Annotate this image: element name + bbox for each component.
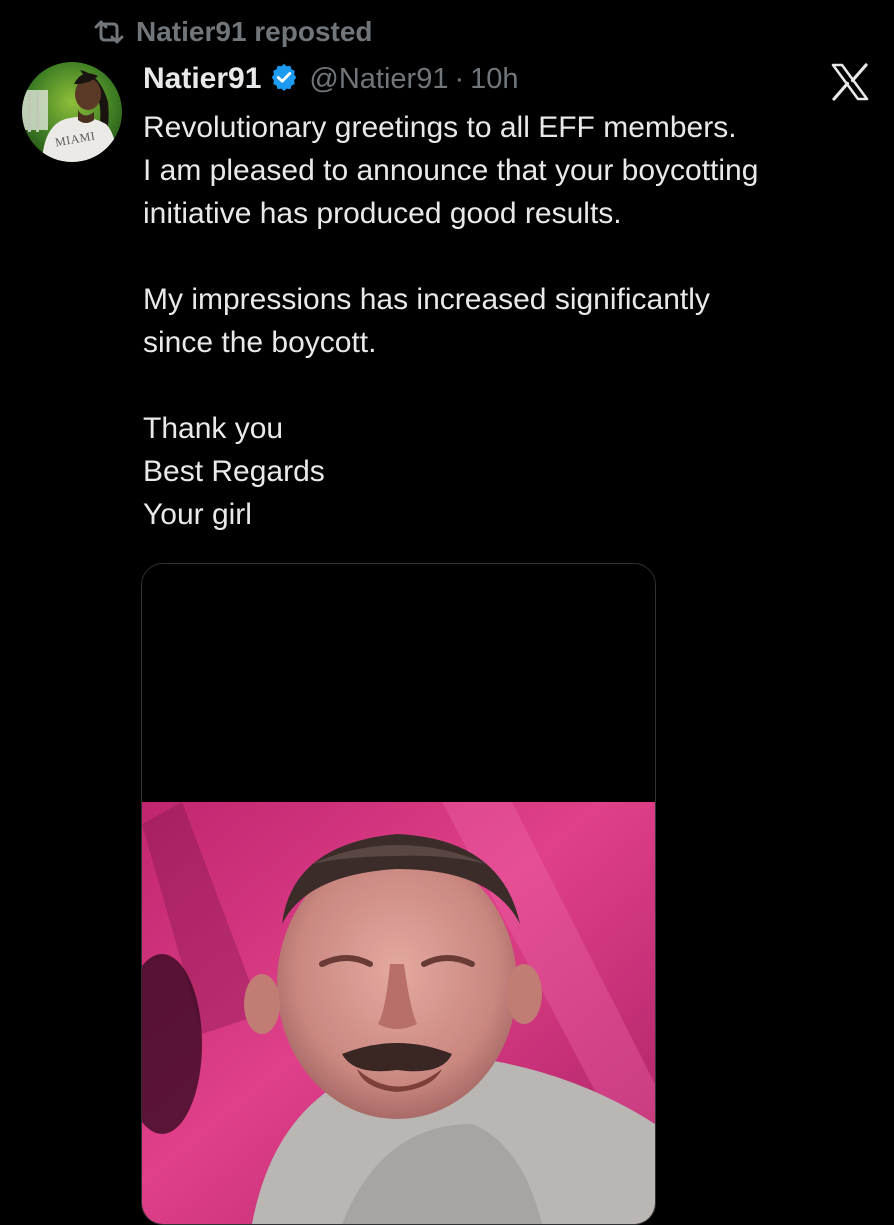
tweet-line: Your girl [143,498,252,531]
tweet-line: initiative has produced good results. [143,197,622,230]
x-logo-icon[interactable] [830,62,870,102]
avatar[interactable]: MIAMI [22,62,122,162]
tweet-line: My impressions has increased significant… [143,283,710,316]
tweet-blank-line [143,235,873,278]
tweet-header: Natier91 @Natier91 · 10h [143,58,519,100]
media-video[interactable] [141,563,656,1225]
tweet-line: Best Regards [143,455,325,488]
tweet-line: I am pleased to announce that your boyco… [143,154,759,187]
tweet-line: Thank you [143,412,284,445]
laughing-man-video-frame [142,564,655,1224]
repost-icon [92,19,126,45]
verified-badge-icon [269,62,299,97]
timestamp[interactable]: 10h [470,63,518,96]
repost-label[interactable]: Natier91 reposted [136,16,373,48]
separator-dot: · [454,62,465,95]
handle[interactable]: @Natier91 [309,63,448,96]
tweet-line: since the boycott. [143,326,377,359]
display-name[interactable]: Natier91 [143,62,261,96]
tweet-text: Revolutionary greetings to all EFF membe… [143,106,873,536]
tweet-blank-line [143,364,873,407]
repost-indicator[interactable]: Natier91 reposted [92,14,373,50]
tweet-line: Revolutionary greetings to all EFF membe… [143,111,737,144]
